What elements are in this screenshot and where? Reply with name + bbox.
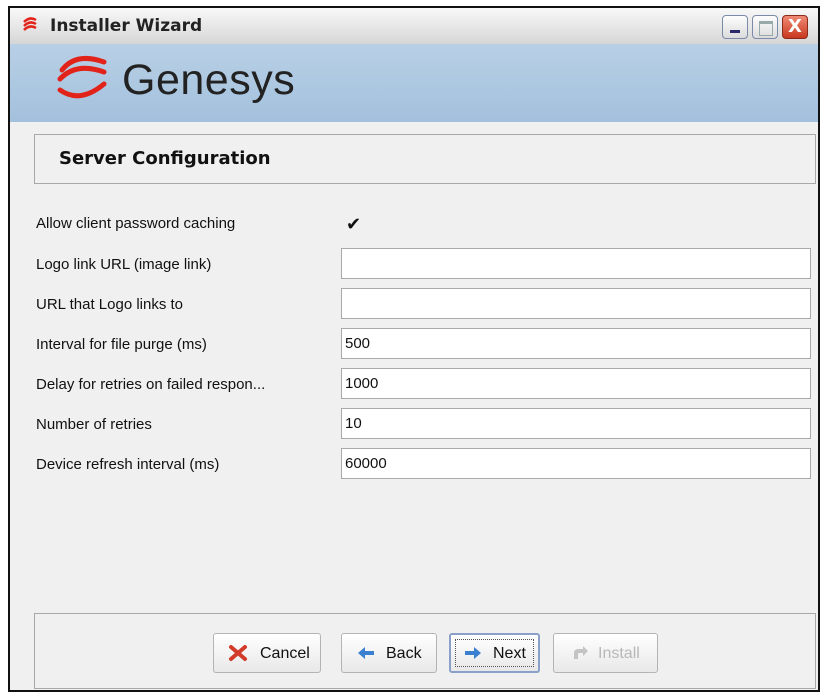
genesys-logo-text: Genesys	[122, 56, 296, 104]
cancel-button[interactable]: Cancel	[213, 633, 321, 673]
install-label: Install	[598, 645, 640, 662]
number-of-retries-label: Number of retries	[36, 416, 152, 433]
device-refresh-interval-label: Device refresh interval (ms)	[36, 456, 220, 473]
logo-target-url-label: URL that Logo links to	[36, 296, 184, 313]
logo-link-url-label: Logo link URL (image link)	[36, 256, 212, 273]
minimize-icon	[730, 30, 740, 33]
next-button[interactable]: Next	[449, 633, 540, 673]
logo-target-url-field[interactable]	[341, 288, 811, 319]
title-bar[interactable]: Installer Wizard X	[10, 8, 818, 45]
next-label: Next	[493, 645, 526, 662]
genesys-logo-icon	[23, 17, 37, 31]
file-purge-interval-label: Interval for file purge (ms)	[36, 336, 207, 353]
arrow-left-icon	[358, 647, 374, 659]
logo-link-url-field[interactable]	[341, 248, 811, 279]
back-label: Back	[386, 645, 422, 662]
allow-password-caching-checkbox[interactable]: ✔	[346, 215, 366, 235]
section-header: Server Configuration	[34, 134, 816, 184]
installer-window: Installer Wizard X Genesys Server Config…	[8, 6, 820, 692]
maximize-button[interactable]	[752, 15, 778, 39]
install-button[interactable]: Install	[553, 633, 658, 673]
install-arrow-icon	[574, 646, 588, 659]
device-refresh-interval-field[interactable]: 60000	[341, 448, 811, 479]
close-button[interactable]: X	[782, 15, 808, 39]
arrow-right-icon	[465, 647, 481, 659]
brand-banner: Genesys	[10, 44, 818, 122]
retry-delay-field[interactable]: 1000	[341, 368, 811, 399]
genesys-logo-mark-icon	[57, 55, 107, 99]
maximize-icon	[759, 21, 773, 36]
back-button[interactable]: Back	[341, 633, 437, 673]
page-title: Server Configuration	[59, 148, 271, 169]
cancel-label: Cancel	[260, 645, 310, 662]
file-purge-interval-field[interactable]: 500	[341, 328, 811, 359]
minimize-button[interactable]	[722, 15, 748, 39]
number-of-retries-field[interactable]: 10	[341, 408, 811, 439]
allow-password-caching-label: Allow client password caching	[36, 215, 236, 232]
window-title: Installer Wizard	[50, 16, 203, 36]
cancel-x-icon	[229, 645, 247, 661]
retry-delay-label: Delay for retries on failed respon...	[36, 376, 266, 393]
close-icon: X	[788, 16, 802, 37]
